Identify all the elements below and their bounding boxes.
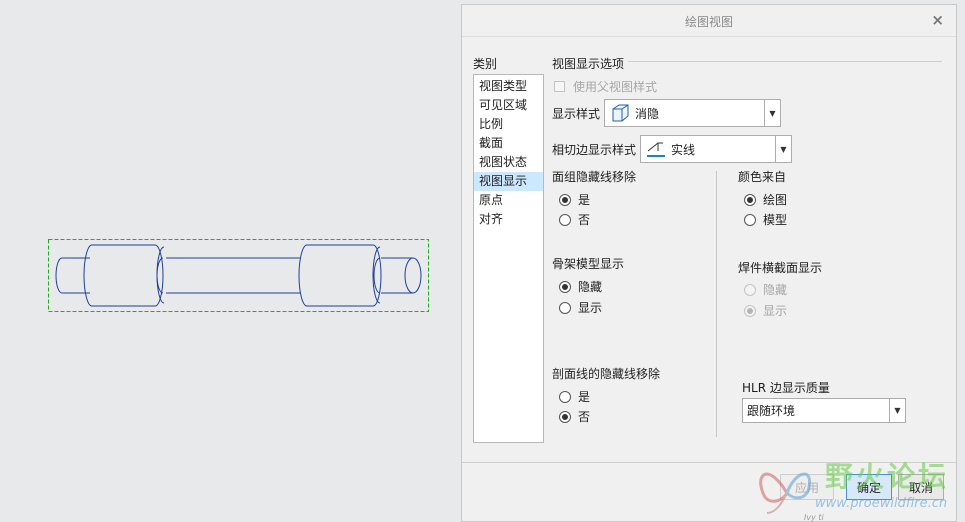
weld-show-radio: 显示 [744,302,787,319]
skeleton-hide-radio[interactable]: 隐藏 [559,278,602,295]
shaft-drawing-view[interactable] [0,0,460,522]
radio-label: 绘图 [763,193,788,207]
view-boundary-box [48,239,429,312]
face-hlr-yes-radio[interactable]: 是 [559,191,590,208]
dialog-titlebar[interactable]: 绘图视图 × [462,5,956,37]
radio-label: 隐藏 [578,280,603,294]
cancel-button[interactable]: 取消 [898,474,944,500]
tangent-edge-style-value: 实线 [671,142,696,157]
radio-indicator[interactable] [559,390,571,403]
use-parent-style-checkbox[interactable]: 使用父视图样式 [554,78,657,95]
category-item-view-states[interactable]: 视图状态 [474,153,543,172]
radio-indicator [744,283,756,296]
color-from-drawing-radio[interactable]: 绘图 [744,191,787,208]
section-title: 视图显示选项 [552,57,625,71]
hlr-edge-quality-label: HLR 边显示质量 [742,381,830,395]
hlr-edge-quality-dropdown[interactable]: 跟随环境 ▼ [742,398,906,423]
xhatch-hlr-yes-radio[interactable]: 是 [559,388,590,405]
radio-indicator[interactable] [559,280,571,293]
use-parent-style-label: 使用父视图样式 [573,80,658,94]
radio-indicator[interactable] [559,193,571,206]
shaft-model [55,244,422,307]
radio-indicator[interactable] [559,301,571,314]
skeleton-show-radio[interactable]: 显示 [559,299,602,316]
face-hlr-no-radio[interactable]: 否 [559,211,590,228]
category-item-sections[interactable]: 截面 [474,134,543,153]
skeleton-display-label: 骨架模型显示 [552,257,625,271]
radio-label: 隐藏 [763,283,788,297]
hlr-edge-quality-value: 跟随环境 [747,404,796,418]
color-from-model-radio[interactable]: 模型 [744,211,787,228]
chevron-down-icon[interactable]: ▼ [775,136,791,162]
checkbox-box[interactable] [554,81,565,92]
radio-label: 显示 [763,304,788,318]
weld-hide-radio: 隐藏 [744,281,787,298]
radio-label: 否 [578,410,591,424]
apply-button[interactable]: 应用 [780,474,834,500]
section-divider [628,61,942,62]
radio-label: 模型 [763,213,788,227]
chevron-down-icon[interactable]: ▼ [889,399,905,422]
tangent-edge-style-label: 相切边显示样式 [552,143,637,157]
hidden-line-cube-icon [609,103,631,123]
radio-label: 显示 [578,301,603,315]
display-style-label: 显示样式 [552,107,601,121]
ok-button[interactable]: 确定 [846,474,892,500]
radio-indicator[interactable] [559,410,571,423]
display-style-value: 消隐 [635,106,660,121]
chevron-down-icon[interactable]: ▼ [764,100,780,126]
face-hidden-line-removal-label: 面组隐藏线移除 [552,170,637,184]
xhatch-hlr-label: 剖面线的隐藏线移除 [552,367,661,381]
drawing-canvas[interactable] [0,0,460,522]
radio-label: 否 [578,213,591,227]
category-list[interactable]: 视图类型 可见区域 比例 截面 视图状态 视图显示 原点 对齐 [473,74,544,443]
radio-indicator[interactable] [744,213,756,226]
footer-divider [462,462,956,463]
category-item-origin[interactable]: 原点 [474,191,543,210]
category-item-alignment[interactable]: 对齐 [474,210,543,229]
dialog-title: 绘图视图 [684,15,733,29]
xhatch-hlr-no-radio[interactable]: 否 [559,408,590,425]
category-item-scale[interactable]: 比例 [474,115,543,134]
tangent-edge-style-dropdown[interactable]: 实线 ▼ [640,135,792,163]
display-style-dropdown[interactable]: 消隐 ▼ [604,99,781,127]
color-from-label: 颜色来自 [738,170,787,184]
radio-label: 是 [578,193,591,207]
watermark-signature: Ivy ti [804,513,824,522]
drawing-view-dialog: 绘图视图 × 类别 视图类型 可见区域 比例 截面 视图状态 视图显示 原点 对… [461,4,957,522]
vertical-divider [716,171,717,437]
category-item-view-type[interactable]: 视图类型 [474,77,543,96]
categories-label: 类别 [473,57,498,71]
radio-label: 是 [578,390,591,404]
close-icon[interactable]: × [931,11,944,29]
radio-indicator [744,304,756,317]
weld-section-display-label: 焊件横截面显示 [738,261,823,275]
tangent-edge-icon [645,139,667,159]
category-item-visible-area[interactable]: 可见区域 [474,96,543,115]
radio-indicator[interactable] [744,193,756,206]
radio-indicator[interactable] [559,213,571,226]
category-item-view-display[interactable]: 视图显示 [474,172,543,191]
